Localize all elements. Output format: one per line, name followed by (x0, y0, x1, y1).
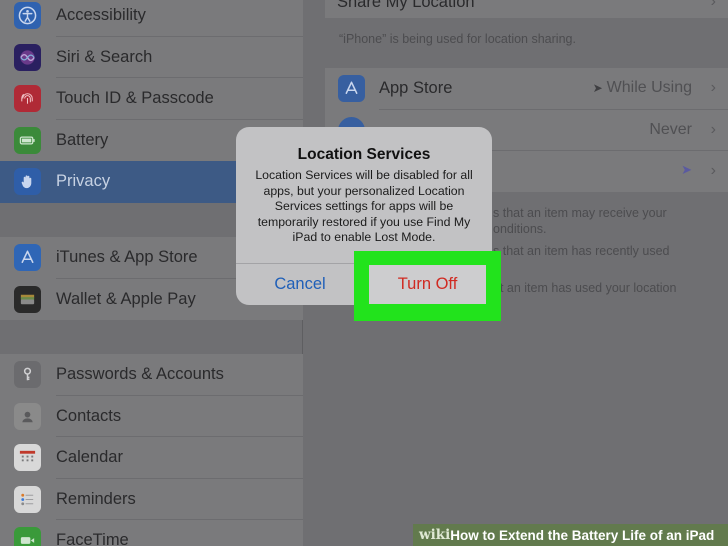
turn-off-button[interactable]: Turn Off (369, 265, 486, 304)
sidebar-item-label: Touch ID & Passcode (56, 89, 214, 108)
app-name: App Store (379, 79, 453, 97)
legend-note-2: onditions. (493, 222, 547, 236)
wikihow-watermark: wiki How to Extend the Battery Life of an… (413, 524, 728, 546)
fingerprint-icon (14, 85, 41, 113)
sidebar-item-label: Privacy (56, 172, 111, 191)
sidebar-item-accessibility[interactable]: Accessibility (0, 0, 303, 37)
chevron-right-icon: › (710, 120, 716, 138)
sidebar-item-reminders[interactable]: Reminders (0, 479, 303, 520)
share-my-location-label: Share My Location (337, 0, 475, 11)
legend-note-1: s that an item may receive your (493, 206, 667, 220)
contacts-icon (14, 402, 41, 430)
sidebar-item-label: Siri & Search (56, 47, 153, 66)
sidebar-item-label: Calendar (56, 448, 123, 467)
location-arrow-icon: ➤ (592, 81, 603, 95)
location-permission-value: ➤ While Using (592, 79, 692, 96)
facetime-icon (14, 527, 41, 546)
sidebar-item-calendar[interactable]: Calendar (0, 437, 303, 479)
cancel-button[interactable]: Cancel (236, 264, 364, 305)
sidebar-item-label: Contacts (56, 406, 122, 425)
chevron-right-icon: › (710, 79, 716, 96)
sidebar-group-accounts: Passwords & Accounts Contacts Calendar R… (0, 354, 303, 546)
app-store-icon (14, 244, 41, 272)
legend-note-4: at an item has used your location (493, 281, 677, 295)
battery-icon (14, 126, 41, 154)
watermark-title: to Extend the Battery Life of an iPad (478, 527, 715, 543)
chevron-right-icon: › (710, 0, 716, 10)
sidebar-item-contacts[interactable]: Contacts (0, 396, 303, 437)
legend-note-3: s that an item has recently used (493, 244, 670, 258)
sidebar-item-label: Battery (56, 130, 109, 149)
reminders-icon (14, 485, 41, 513)
key-icon (14, 361, 41, 389)
sidebar-item-passwords-accounts[interactable]: Passwords & Accounts (0, 354, 303, 396)
location-permission-value: Never (649, 120, 692, 138)
chevron-right-icon: › (710, 162, 716, 179)
calendar-icon (14, 444, 41, 472)
watermark-how: How (450, 527, 479, 543)
location-sharing-note: “iPhone” is being used for location shar… (339, 32, 576, 46)
accessibility-icon (14, 2, 41, 30)
share-my-location-row[interactable]: Share My Location › (325, 0, 728, 18)
wallet-icon (14, 285, 41, 313)
sidebar-item-facetime[interactable]: FaceTime (0, 520, 303, 546)
watermark-brand: wiki (419, 527, 451, 543)
sidebar-item-label: FaceTime (56, 531, 129, 546)
app-store-icon (338, 75, 365, 102)
hand-icon (14, 168, 41, 196)
sidebar-item-siri[interactable]: Siri & Search (0, 37, 303, 78)
siri-icon (14, 43, 41, 71)
share-location-card: Share My Location › (325, 0, 728, 18)
sidebar-item-label: Reminders (56, 489, 136, 508)
sidebar-item-label: Passwords & Accounts (56, 365, 224, 384)
alert-title: Location Services (297, 146, 431, 163)
app-row-app-store[interactable]: App Store ➤ While Using › (325, 68, 728, 110)
location-arrow-icon: ➤ (681, 162, 692, 177)
sidebar-item-label: Accessibility (56, 6, 146, 25)
alert-message: Location Services will be disabled for a… (255, 168, 473, 244)
sidebar-item-label: Wallet & Apple Pay (56, 289, 196, 308)
sidebar-item-label: iTunes & App Store (56, 248, 198, 267)
sidebar-item-touch-id[interactable]: Touch ID & Passcode (0, 78, 303, 120)
